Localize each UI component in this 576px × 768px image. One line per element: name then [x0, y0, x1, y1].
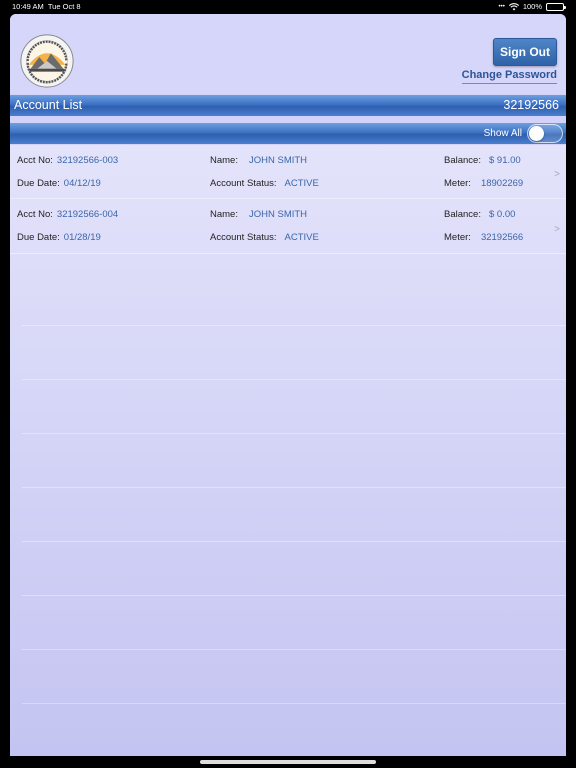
company-logo — [20, 34, 74, 88]
due-date-value: 01/28/19 — [63, 232, 101, 243]
toggle-knob — [529, 126, 544, 141]
chevron-right-icon: > — [554, 224, 560, 235]
chevron-right-icon: > — [554, 169, 560, 180]
header: Sign Out Change Password — [10, 14, 566, 94]
row-divider — [22, 649, 566, 650]
meter-field: Meter: 18902269 — [444, 178, 524, 189]
status-bar: 10:49 AM Tue Oct 8 ••• 100% — [0, 0, 576, 14]
due-date-value: 04/12/19 — [63, 178, 101, 189]
battery-percent: 100% — [522, 2, 542, 11]
row-divider — [22, 433, 566, 434]
dots-icon: ••• — [498, 3, 505, 10]
name-value: JOHN SMITH — [248, 209, 308, 220]
row-divider — [22, 595, 566, 596]
sign-out-button[interactable]: Sign Out — [493, 38, 557, 66]
balance-value: $ 0.00 — [488, 209, 516, 220]
row-divider — [22, 379, 566, 380]
show-all-bar: Show All — [10, 123, 566, 144]
home-indicator[interactable] — [200, 760, 376, 764]
battery-icon — [546, 2, 566, 11]
balance-field: Balance: $ 0.00 — [444, 209, 516, 220]
account-status-field: Account Status: ACTIVE — [210, 178, 319, 189]
due-date-field: Due Date: 04/12/19 — [17, 178, 101, 189]
account-status-field: Account Status: ACTIVE — [210, 232, 319, 243]
name-field: Name: JOHN SMITH — [210, 155, 308, 166]
balance-field: Balance: $ 91.00 — [444, 155, 521, 166]
acct-no-field: Acct No: 32192566-004 — [17, 209, 119, 220]
acct-no-value: 32192566-004 — [56, 209, 119, 220]
name-field: Name: JOHN SMITH — [210, 209, 308, 220]
row-divider — [22, 541, 566, 542]
account-status-value: ACTIVE — [284, 178, 319, 189]
account-list: Acct No: 32192566-003 Due Date: 04/12/19 N… — [10, 145, 566, 756]
account-list-bar: Account List 32192566 — [10, 95, 566, 116]
name-value: JOHN SMITH — [248, 155, 308, 166]
meter-value: 18902269 — [480, 178, 524, 189]
acct-no-value: 32192566-003 — [56, 155, 119, 166]
show-all-label: Show All — [483, 128, 522, 139]
change-password-link[interactable]: Change Password — [461, 69, 557, 84]
balance-value: $ 91.00 — [488, 155, 521, 166]
meter-value: 32192566 — [480, 232, 524, 243]
row-divider — [22, 703, 566, 704]
status-right: ••• 100% — [498, 2, 566, 11]
app-window: Sign Out Change Password Account List 32… — [10, 14, 566, 756]
account-row[interactable]: Acct No: 32192566-004 Due Date: 01/28/19 N… — [10, 200, 566, 254]
due-date-field: Due Date: 01/28/19 — [17, 232, 101, 243]
row-divider — [22, 325, 566, 326]
account-number: 32192566 — [503, 98, 559, 112]
account-status-value: ACTIVE — [284, 232, 319, 243]
account-row[interactable]: Acct No: 32192566-003 Due Date: 04/12/19 N… — [10, 145, 566, 199]
status-time: 10:49 AM Tue Oct 8 — [12, 2, 81, 11]
wifi-icon — [508, 2, 519, 10]
account-list-title: Account List — [14, 98, 83, 112]
acct-no-field: Acct No: 32192566-003 — [17, 155, 119, 166]
row-divider — [22, 487, 566, 488]
meter-field: Meter: 32192566 — [444, 232, 524, 243]
show-all-toggle[interactable] — [527, 124, 563, 143]
